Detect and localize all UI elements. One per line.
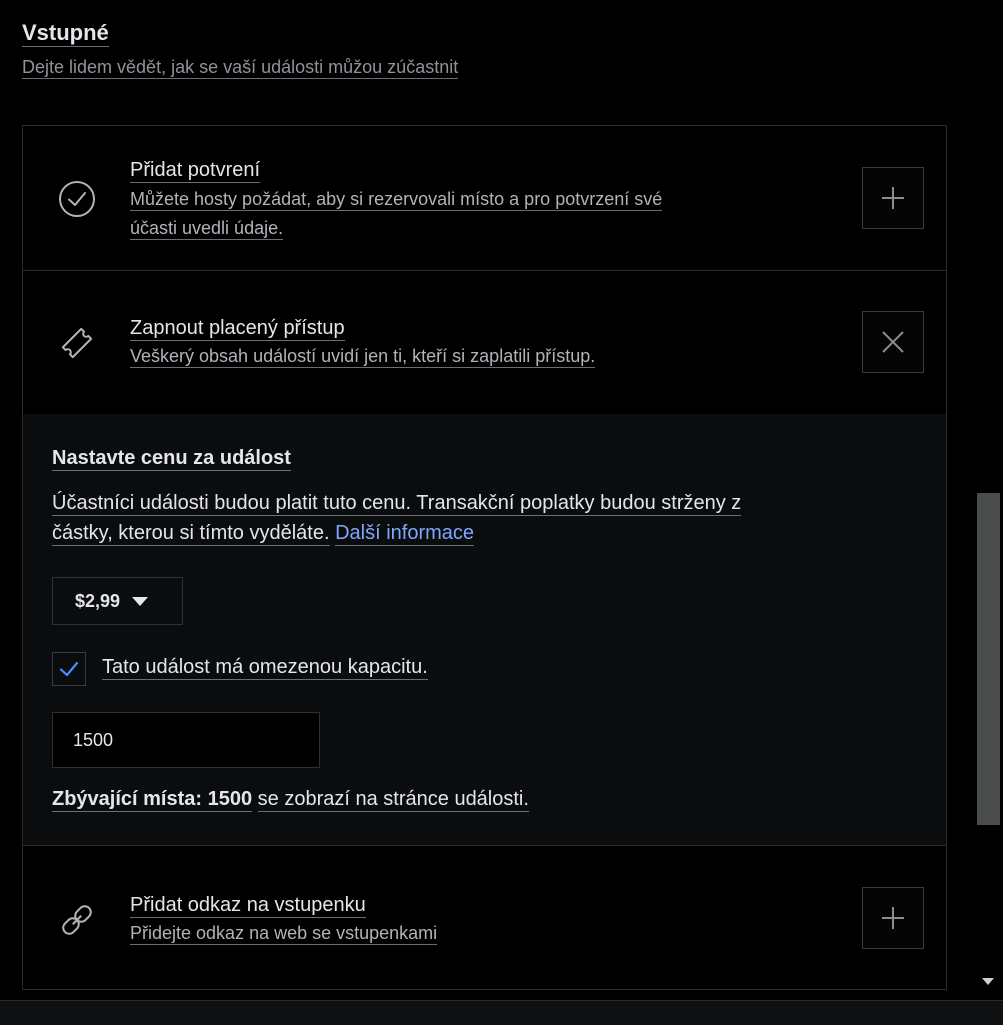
paid-access-title: Zapnout placený přístup — [130, 317, 345, 341]
add-rsvp-button[interactable] — [862, 167, 924, 229]
price-value: $2,99 — [75, 590, 121, 611]
admission-options-panel: Přidat potvrení Můžete hosty požádat, ab… — [22, 125, 947, 990]
ticket-link-description: Přidejte odkaz na web se vstupenkami — [130, 923, 438, 945]
remaining-seats-text: Zbývající místa: 1500 se zobrazí na strá… — [52, 788, 529, 812]
link-icon — [57, 900, 97, 940]
option-rsvp[interactable]: Přidat potvrení Můžete hosty požádat, ab… — [23, 126, 946, 271]
pricing-description: Účastníci události budou platit tuto cen… — [52, 492, 742, 546]
section-title: Vstupné — [22, 20, 109, 47]
caret-down-icon — [132, 596, 149, 606]
pricing-title: Nastavte cenu za událost — [52, 447, 291, 471]
option-ticket-link[interactable]: Přidat odkaz na vstupenku Přidejte odkaz… — [23, 845, 946, 990]
add-ticket-link-button[interactable] — [862, 887, 924, 949]
ticket-link-title: Přidat odkaz na vstupenku — [130, 894, 366, 918]
section-subtitle: Dejte lidem vědět, jak se vaší události … — [22, 57, 459, 79]
option-paid-access[interactable]: Zapnout placený přístup Veškerý obsah ud… — [23, 271, 946, 413]
price-dropdown[interactable]: $2,99 — [52, 577, 183, 625]
scroll-down-arrow-icon[interactable] — [982, 978, 994, 985]
capacity-input[interactable] — [52, 712, 320, 768]
limited-capacity-label[interactable]: Tato událost má omezenou kapacitu. — [102, 656, 428, 680]
check-circle-icon — [57, 179, 97, 219]
close-icon — [882, 331, 904, 353]
bottom-bar — [0, 1000, 1003, 1025]
plus-icon — [882, 187, 904, 209]
pricing-section: Nastavte cenu za událost Účastníci událo… — [23, 414, 946, 845]
paid-access-description: Veškerý obsah událostí uvidí jen ti, kte… — [130, 346, 596, 368]
scrollbar-thumb[interactable] — [977, 493, 1000, 825]
ticket-icon — [57, 323, 97, 363]
rsvp-title: Přidat potvrení — [130, 159, 261, 183]
checkmark-icon — [59, 661, 79, 677]
more-info-link[interactable]: Další informace — [335, 522, 475, 546]
rsvp-description: Můžete hosty požádat, aby si rezervovali… — [130, 189, 663, 240]
disable-paid-access-button[interactable] — [862, 311, 924, 373]
plus-icon — [882, 907, 904, 929]
limited-capacity-checkbox[interactable] — [52, 652, 86, 686]
